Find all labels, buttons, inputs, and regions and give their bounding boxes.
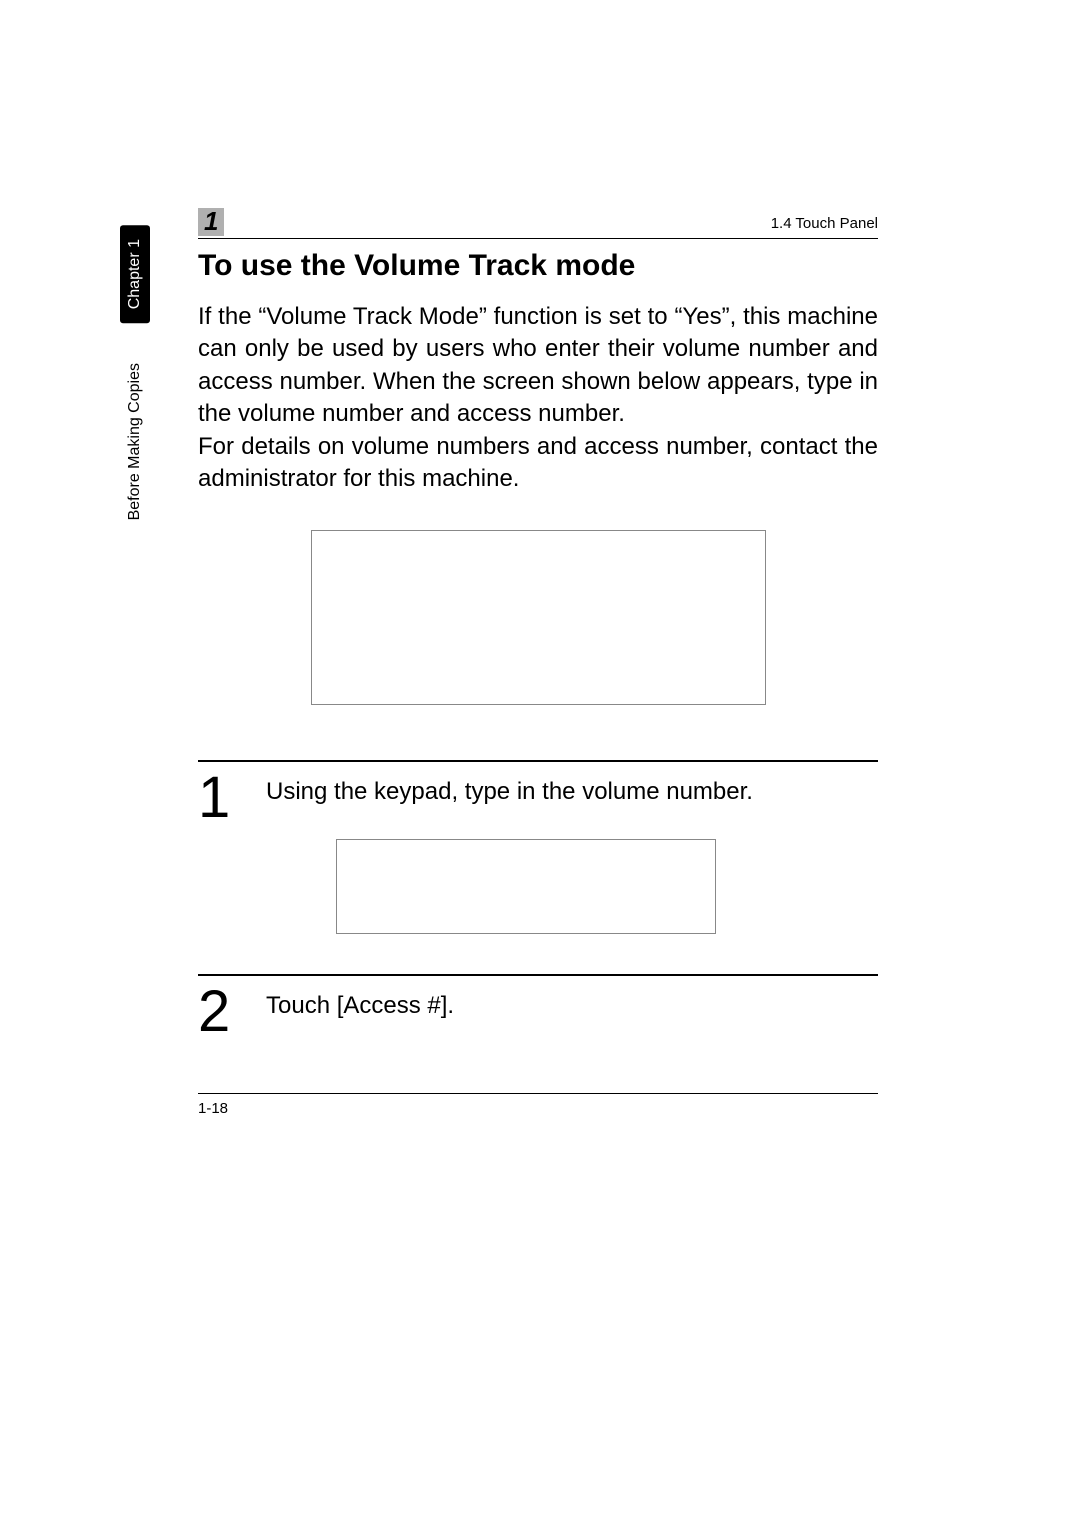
step-2: 2 Touch [Access #]. <box>198 974 878 1038</box>
intro-paragraph: If the “Volume Track Mode” function is s… <box>198 301 878 495</box>
step-content: Using the keypad, type in the volume num… <box>266 772 878 933</box>
screenshot-placeholder-1 <box>311 530 766 705</box>
step-text: Using the keypad, type in the volume num… <box>266 776 878 808</box>
footer-divider: 1-18 <box>198 1093 878 1118</box>
step-text: Touch [Access #]. <box>266 990 878 1022</box>
page-header: 1 1.4 Touch Panel <box>198 208 878 239</box>
step-content: Touch [Access #]. <box>266 986 878 1022</box>
side-tabs: Chapter 1 Before Making Copies <box>120 225 155 531</box>
section-heading: To use the Volume Track mode <box>198 249 878 283</box>
chapter-tab: Chapter 1 <box>120 225 150 323</box>
page-number: 1-18 <box>198 1100 228 1117</box>
step-number: 1 <box>198 772 238 824</box>
breadcrumb: 1.4 Touch Panel <box>771 215 878 236</box>
page: Chapter 1 Before Making Copies 1 1.4 Tou… <box>0 0 1080 1528</box>
step-1: 1 Using the keypad, type in the volume n… <box>198 760 878 933</box>
screenshot-placeholder-2 <box>336 839 716 934</box>
step-number: 2 <box>198 986 238 1038</box>
chapter-number-badge: 1 <box>198 208 224 236</box>
content-area: 1 1.4 Touch Panel To use the Volume Trac… <box>198 208 878 1118</box>
section-tab: Before Making Copies <box>120 353 150 530</box>
